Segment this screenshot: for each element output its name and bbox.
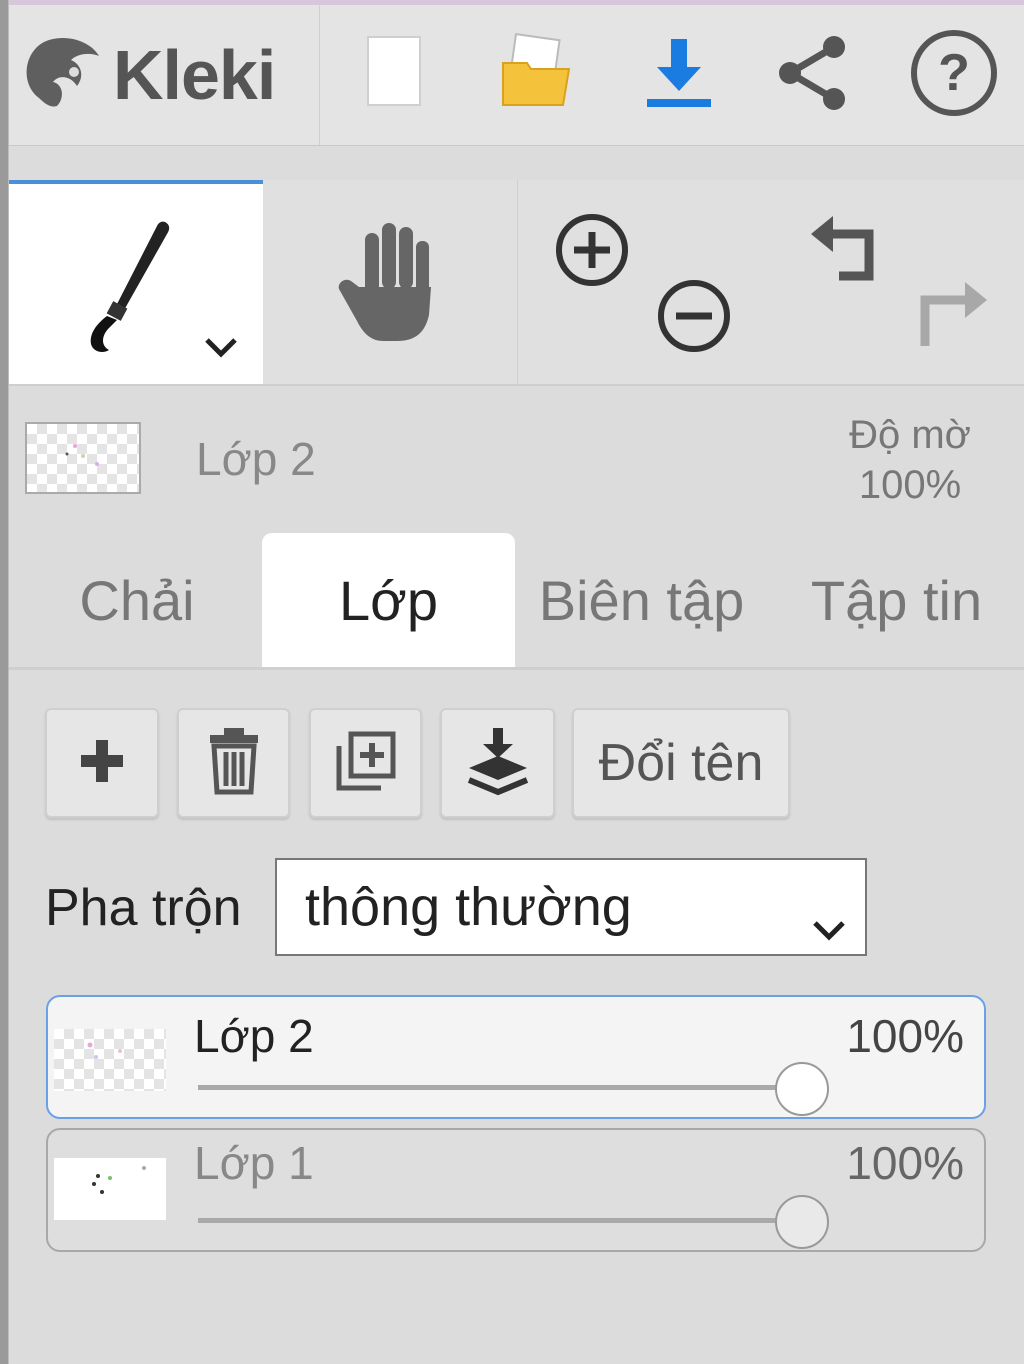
svg-text:?: ? xyxy=(938,44,970,102)
add-layer-icon xyxy=(77,736,127,791)
chevron-down-icon xyxy=(811,894,847,956)
chevron-down-icon[interactable] xyxy=(203,334,239,367)
merge-down-icon xyxy=(465,726,531,801)
header-divider xyxy=(319,5,320,145)
opacity-value: 100% xyxy=(858,463,962,507)
duplicate-layer-icon xyxy=(333,728,399,799)
help-button[interactable]: ? xyxy=(904,5,1004,145)
layer-thumbnail xyxy=(54,1029,166,1091)
tab-file[interactable]: Tập tin xyxy=(769,533,1024,667)
header-bar: Kleki ? xyxy=(9,5,1024,146)
layer-opacity: 100% xyxy=(846,1137,964,1189)
zoom-out-icon[interactable] xyxy=(656,278,732,359)
panel-tabs: Chải Lớp Biên tập Tập tin xyxy=(9,533,1024,670)
undo-icon[interactable] xyxy=(807,210,887,295)
brush-icon xyxy=(79,216,179,361)
merge-down-button[interactable] xyxy=(440,708,555,818)
current-layer-name: Lớp 2 xyxy=(196,433,316,485)
share-button[interactable] xyxy=(769,5,859,145)
app-logo[interactable]: Kleki xyxy=(19,5,319,145)
download-button[interactable] xyxy=(629,5,729,145)
layer-item[interactable]: Lớp 2 100% xyxy=(46,995,986,1119)
layer-name: Lớp 1 xyxy=(194,1137,314,1189)
layer-opacity: 100% xyxy=(846,1010,964,1062)
blend-mode-select[interactable]: thông thường xyxy=(275,858,867,956)
open-folder-icon xyxy=(497,32,577,118)
redo-icon xyxy=(911,276,991,361)
open-file-button[interactable] xyxy=(487,5,587,145)
left-edge-border xyxy=(0,0,9,1364)
zoom-in-icon[interactable] xyxy=(554,212,630,293)
new-file-button[interactable] xyxy=(349,5,439,145)
help-icon: ? xyxy=(909,28,999,123)
current-layer-thumbnail xyxy=(25,422,141,494)
layer-thumbnail xyxy=(54,1158,166,1220)
hand-icon xyxy=(335,215,445,350)
tools-row xyxy=(9,180,1024,386)
tab-edit[interactable]: Biên tập xyxy=(519,533,764,667)
opacity-label: Độ mờ xyxy=(849,413,971,457)
current-layer-opacity: Độ mờ 100% xyxy=(780,410,1024,510)
tab-brush[interactable]: Chải xyxy=(15,533,259,667)
download-icon xyxy=(639,33,719,118)
blend-mode-value: thông thường xyxy=(305,877,632,937)
layer-opacity-slider-handle[interactable] xyxy=(775,1195,829,1249)
layer-opacity-slider[interactable] xyxy=(198,1218,792,1223)
rename-label: Đổi tên xyxy=(598,734,764,792)
layer-opacity-slider-handle[interactable] xyxy=(775,1062,829,1116)
blend-mode-label: Pha trộn xyxy=(45,879,242,937)
rename-layer-button[interactable]: Đổi tên xyxy=(572,708,790,818)
delete-layer-icon xyxy=(206,726,262,801)
share-icon xyxy=(774,33,854,118)
layer-opacity-slider[interactable] xyxy=(198,1085,792,1090)
kleki-logo-icon xyxy=(19,28,109,123)
new-file-icon xyxy=(364,33,424,118)
layer-item[interactable]: Lớp 1 100% xyxy=(46,1128,986,1252)
layer-name: Lớp 2 xyxy=(194,1010,314,1062)
hand-tool-button[interactable] xyxy=(263,180,517,384)
delete-layer-button[interactable] xyxy=(177,708,290,818)
tab-layers[interactable]: Lớp xyxy=(262,533,515,667)
duplicate-layer-button[interactable] xyxy=(309,708,422,818)
brush-tool-button[interactable] xyxy=(9,180,263,384)
tools-divider xyxy=(517,180,518,384)
add-layer-button[interactable] xyxy=(45,708,159,818)
app-name: Kleki xyxy=(113,36,276,114)
